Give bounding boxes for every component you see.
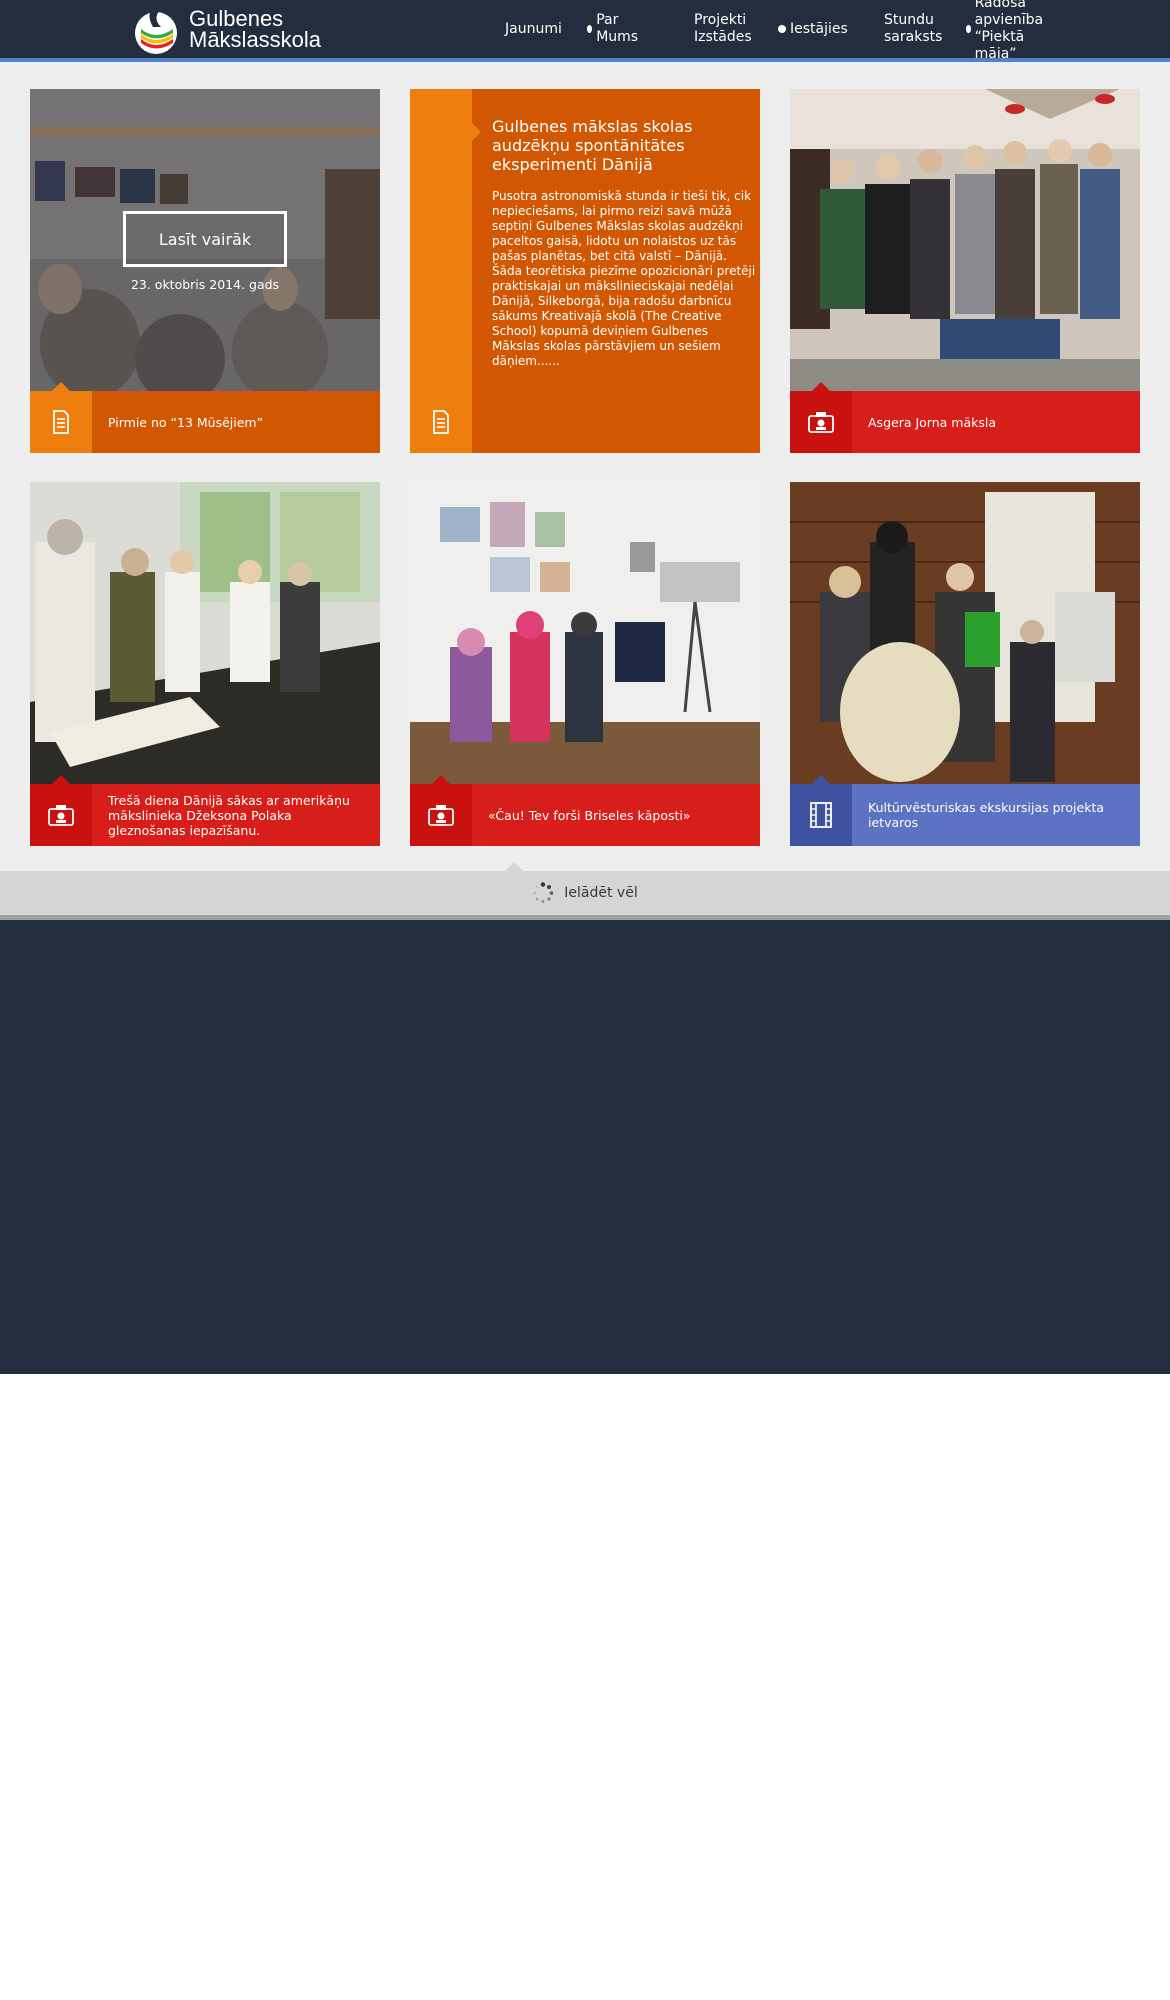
bullet-dot-icon [966, 25, 971, 33]
swan-logo-icon [135, 5, 177, 54]
nav-label: Stundu saraksts [884, 12, 943, 45]
nav-item-jaunumi[interactable]: Jaunumi [505, 0, 562, 58]
group-photo [790, 89, 1140, 391]
card-text-body: Gulbenes mākslas skolas audzēkņu spontān… [472, 89, 760, 453]
load-more-notch [505, 862, 523, 871]
nav-label: Par Mums [596, 12, 639, 45]
news-card-photo [790, 89, 1140, 391]
nav-label: Jaunumi [505, 20, 562, 37]
news-card-asgera-jorna[interactable]: Asgera Jorna māksla [790, 89, 1140, 453]
document-icon [410, 391, 472, 453]
news-card-caption-bar: «Čau! Tev forši Briseles kāposti» [410, 775, 760, 846]
site-name-line1: Gulbenes [189, 6, 284, 31]
photo-gallery-icon [410, 775, 472, 846]
nav-item-piekta-maja[interactable]: Radošā apvienība “Piektā māja” [966, 0, 1046, 62]
site-header: Gulbenes Mākslasskola Jaunumi Par Mums P… [0, 0, 1170, 62]
news-card-photo: Lasīt vairāk 23. oktobris 2014. gads [30, 89, 380, 391]
news-card-excerpt: Pusotra astronomiskā stunda ir tieši tik… [492, 189, 756, 368]
nav-label: Iestājies [790, 20, 848, 37]
site-name-line2: Mākslasskola [189, 27, 322, 52]
news-card-kulturvesturiska-ekskursija[interactable]: Kultūrvēsturiskas ekskursijas projekta i… [790, 482, 1140, 846]
nav-item-projekti-izstades[interactable]: Projekti Izstādes [694, 0, 752, 58]
news-card-photo [790, 482, 1140, 784]
photo-gallery-icon [30, 775, 92, 846]
news-card-photo [30, 482, 380, 784]
painting-workshop-photo [30, 482, 380, 784]
news-card-polaka-gleznosana[interactable]: Trešā diena Dānijā sākas ar amerikāņu mā… [30, 482, 380, 846]
news-card-photo [410, 482, 760, 784]
news-card-caption: Trešā diena Dānijā sākas ar amerikāņu mā… [108, 792, 350, 838]
site-footer [0, 920, 1170, 1374]
document-icon [30, 382, 92, 453]
nav-label: Radošā apvienība “Piektā māja” [974, 0, 1044, 62]
card-notch [472, 123, 481, 141]
news-card-text-denmark[interactable]: Gulbenes mākslas skolas audzēkņu spontān… [410, 89, 760, 453]
news-card-caption: «Čau! Tev forši Briseles kāposti» [488, 807, 691, 823]
nav-label: Projekti Izstādes [694, 12, 752, 45]
news-grid: Lasīt vairāk 23. oktobris 2014. gads Pir… [0, 62, 1170, 871]
load-more-button[interactable]: Ielādēt vēl [0, 862, 1170, 915]
news-date: 23. oktobris 2014. gads [130, 277, 280, 292]
bullet-dot-icon [778, 25, 786, 33]
museum-excursion-photo [790, 482, 1140, 784]
news-card-caption: Kultūrvēsturiskas ekskursijas projekta i… [868, 800, 1105, 830]
nav-item-iestajies[interactable]: Iestājies [778, 0, 848, 58]
nav-item-par-mums[interactable]: Par Mums [587, 0, 641, 58]
film-icon [790, 775, 852, 846]
bullet-dot-icon [587, 25, 593, 33]
photo-gallery-icon [790, 382, 852, 453]
news-card-briseles-kaposti[interactable]: «Čau! Tev forši Briseles kāposti» [410, 482, 760, 846]
news-card-caption: Asgera Jorna māksla [868, 414, 996, 430]
load-more-label: Ielādēt vēl [564, 885, 638, 901]
news-card-caption: Pirmie no “13 Mūsējiem” [108, 414, 264, 430]
news-card-13-musejie[interactable]: Lasīt vairāk 23. oktobris 2014. gads Pir… [30, 89, 380, 453]
news-card-caption-bar: Trešā diena Dānijā sākas ar amerikāņu mā… [30, 775, 380, 846]
nav-item-stundu-saraksts[interactable]: Stundu saraksts [884, 0, 942, 58]
news-card-title[interactable]: Gulbenes mākslas skolas audzēkņu spontān… [492, 117, 754, 174]
news-card-caption-bar: Pirmie no “13 Mūsējiem” [30, 382, 380, 453]
spinner-icon [533, 882, 554, 903]
gallery-visit-photo [410, 482, 760, 784]
news-card-caption-bar: Kultūrvēsturiskas ekskursijas projekta i… [790, 775, 1140, 846]
read-more-button[interactable]: Lasīt vairāk [123, 211, 287, 267]
site-logo[interactable]: Gulbenes Mākslasskola [133, 2, 333, 56]
news-card-caption-bar: Asgera Jorna māksla [790, 382, 1140, 453]
